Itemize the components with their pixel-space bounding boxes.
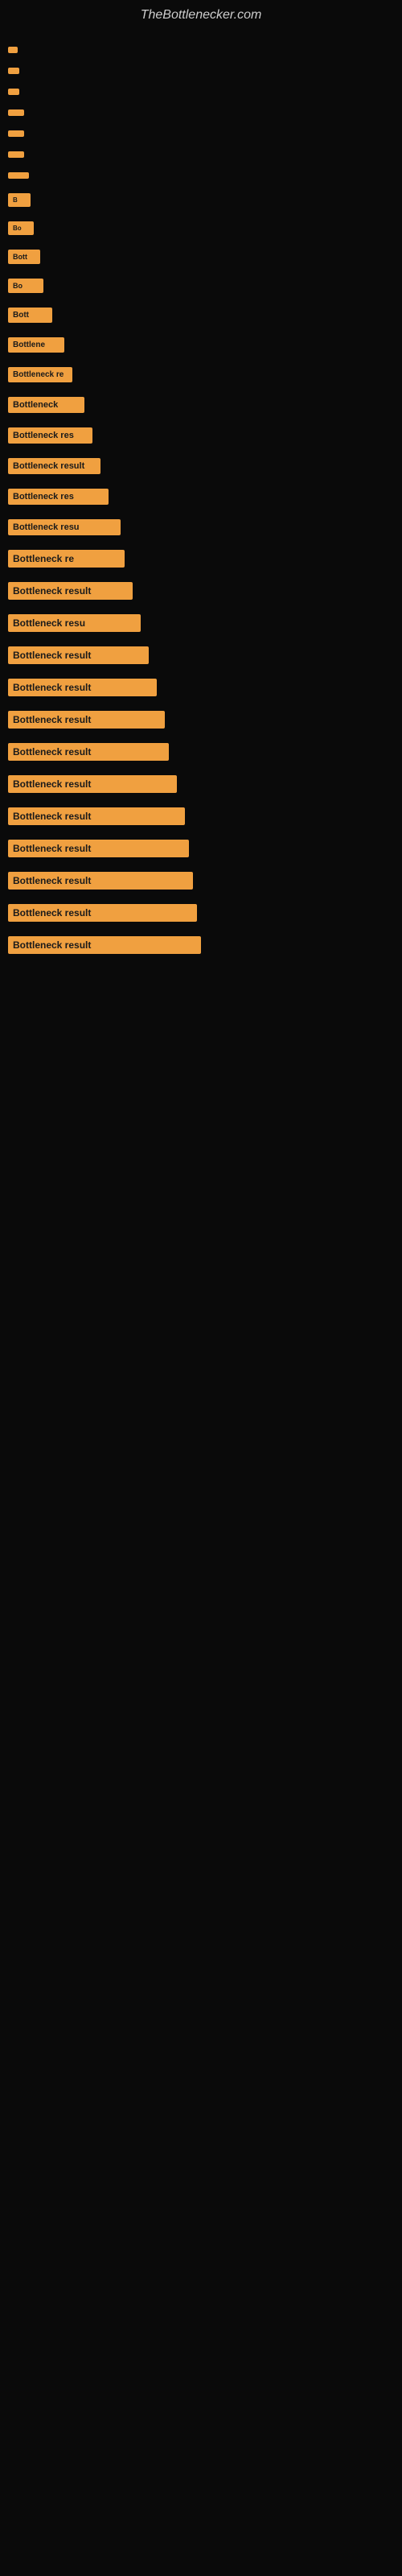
bar-row: Bottleneck result <box>0 936 402 954</box>
bar-row: Bottleneck result <box>0 775 402 793</box>
bar-row: Bottleneck resu <box>0 614 402 632</box>
bar-label: B <box>8 193 31 207</box>
bar-row: Bottleneck <box>0 397 402 413</box>
bar-label <box>8 68 19 74</box>
bar-label <box>8 172 29 179</box>
bar-label: Bott <box>8 250 40 264</box>
bar-label: Bottleneck result <box>8 646 149 664</box>
bar-row: Bott <box>0 250 402 264</box>
bar-row: Bo <box>0 279 402 293</box>
bar-label: Bott <box>8 308 52 323</box>
bar-row: Bottleneck res <box>0 489 402 505</box>
bar-row: Bottleneck result <box>0 807 402 825</box>
bar-label: Bottleneck result <box>8 872 193 890</box>
bar-row: Bottleneck re <box>0 550 402 568</box>
bar-label: Bottleneck result <box>8 775 177 793</box>
bar-row: Bottleneck result <box>0 711 402 729</box>
bar-label: Bo <box>8 221 34 235</box>
bar-label <box>8 130 24 137</box>
bar-row: Bottleneck result <box>0 582 402 600</box>
bars-container: B Bo Bott Bo Bott Bottlene Bottleneck re Bottle… <box>0 39 402 976</box>
bar-row <box>0 109 402 116</box>
bar-row <box>0 47 402 53</box>
bar-label: Bottleneck result <box>8 936 201 954</box>
bar-label <box>8 109 24 116</box>
bar-row: Bottlene <box>0 337 402 353</box>
bar-row: Bott <box>0 308 402 323</box>
bar-row <box>0 151 402 158</box>
bar-label: Bottleneck result <box>8 904 197 922</box>
bar-label <box>8 89 19 95</box>
bar-row: Bottleneck result <box>0 679 402 696</box>
bar-row: Bottleneck result <box>0 458 402 474</box>
bar-label: Bottleneck re <box>8 367 72 382</box>
bar-label: Bottleneck result <box>8 458 100 474</box>
bar-label: Bottlene <box>8 337 64 353</box>
bar-row: Bottleneck res <box>0 427 402 444</box>
bar-row: Bottleneck result <box>0 646 402 664</box>
bar-label: Bottleneck result <box>8 743 169 761</box>
bar-row <box>0 172 402 179</box>
bar-row: Bottleneck result <box>0 743 402 761</box>
bar-row: Bo <box>0 221 402 235</box>
bar-label: Bottleneck result <box>8 840 189 857</box>
bar-row: B <box>0 193 402 207</box>
bar-row: Bottleneck resu <box>0 519 402 535</box>
bar-label <box>8 47 18 53</box>
bar-row: Bottleneck result <box>0 872 402 890</box>
bar-label: Bottleneck <box>8 397 84 413</box>
bar-label: Bottleneck result <box>8 582 133 600</box>
bar-row <box>0 130 402 137</box>
bar-row <box>0 89 402 95</box>
bar-row: Bottleneck result <box>0 840 402 857</box>
bar-label <box>8 151 24 158</box>
bar-row: Bottleneck result <box>0 904 402 922</box>
bar-label: Bottleneck result <box>8 711 165 729</box>
bar-label: Bo <box>8 279 43 293</box>
bar-label: Bottleneck resu <box>8 519 121 535</box>
site-title: TheBottlenecker.com <box>0 0 402 39</box>
bar-label: Bottleneck result <box>8 679 157 696</box>
bar-row: Bottleneck re <box>0 367 402 382</box>
bar-label: Bottleneck res <box>8 489 109 505</box>
bar-row <box>0 68 402 74</box>
bar-label: Bottleneck result <box>8 807 185 825</box>
bar-label: Bottleneck re <box>8 550 125 568</box>
bar-label: Bottleneck resu <box>8 614 141 632</box>
bar-label: Bottleneck res <box>8 427 92 444</box>
